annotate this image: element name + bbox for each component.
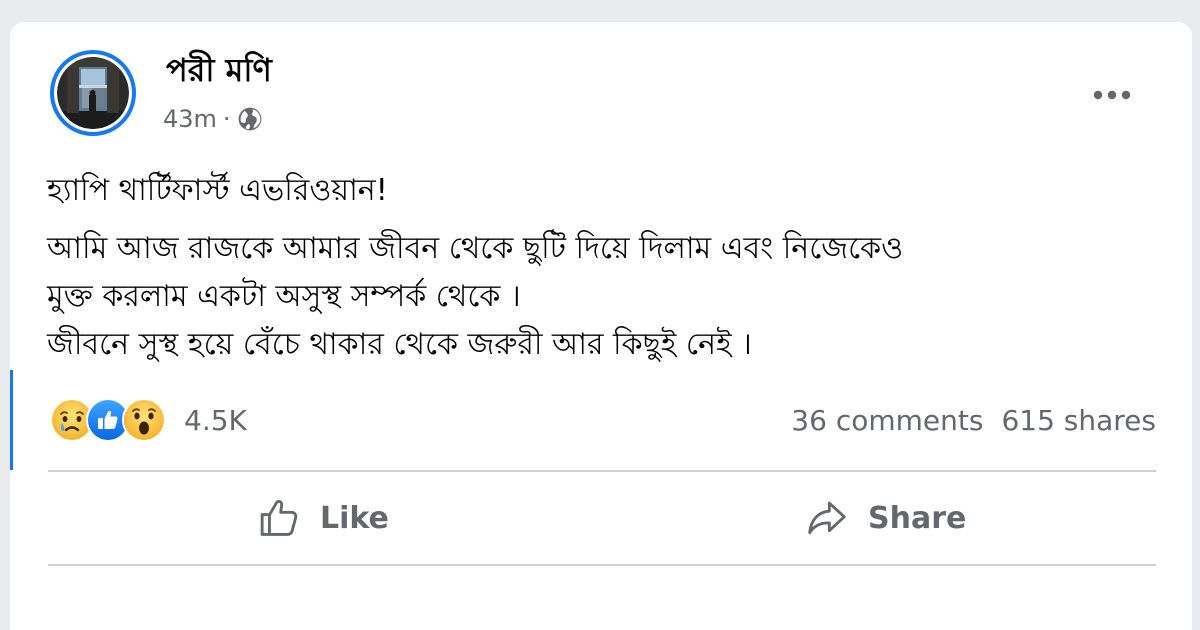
post-options-button[interactable] [1086,80,1138,110]
globe-icon[interactable] [237,106,263,132]
post-line: হ্যাপি থার্টিফার্স্ট এভরিওয়ান! [47,173,388,208]
like-label: Like [320,500,389,536]
avatar[interactable] [50,50,136,136]
post-meta: 43m · [163,104,263,134]
post-line: জীবনে সুস্থ হয়ে বেঁচে থাকার থেকে জরুরী … [47,327,752,362]
divider [48,470,1156,472]
post-line: মুক্ত করলাম একটা অসুস্থ সম্পর্ক থেকে । [47,279,521,314]
wow-reaction-icon [122,398,166,442]
comments-count[interactable]: 36 comments [791,404,983,437]
like-icon [260,500,298,536]
post-card: পরী মণি 43m · হ্যাপি থার্টিফার্স্ট এভরিও… [10,22,1192,630]
engagement-counts: 36 comments 615 shares [791,404,1156,437]
author-name[interactable]: পরী মণি [166,48,272,92]
share-label: Share [868,500,967,536]
share-arrow-icon [808,501,846,535]
share-button[interactable]: Share [804,492,966,544]
post-timestamp[interactable]: 43m [163,104,217,134]
shares-count[interactable]: 615 shares [1001,404,1156,437]
engagement-bar: 4.5K 36 comments 615 shares [50,396,1156,444]
reaction-count[interactable]: 4.5K [184,404,247,437]
avatar-image [57,57,129,129]
post-text: হ্যাপি থার্টিফার্স্ট এভরিওয়ান! আমি আজ র… [47,167,1147,369]
more-dots-icon [1093,90,1131,100]
focus-accent-bar [10,370,13,470]
meta-separator: · [222,105,231,133]
post-line: আমি আজ রাজকে আমার জীবন থেকে ছুটি দিয়ে দ… [47,231,904,266]
like-button[interactable]: Like [256,492,389,544]
reaction-summary[interactable] [50,398,166,442]
divider [48,564,1156,566]
